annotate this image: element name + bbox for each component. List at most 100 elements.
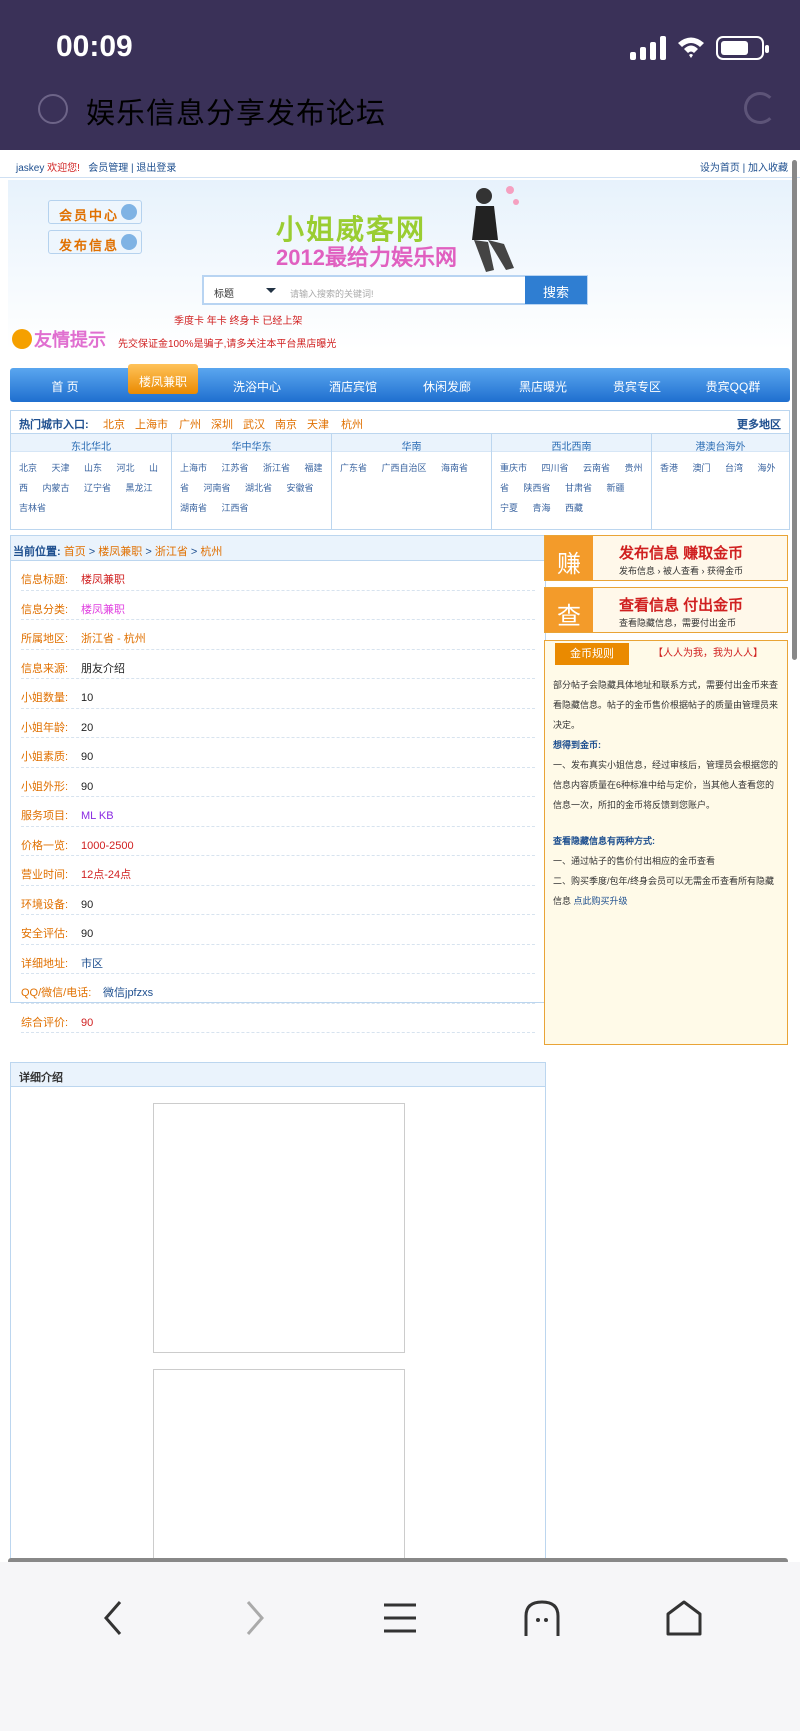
info-value: 10: [81, 692, 94, 704]
smiley-icon: [12, 329, 32, 349]
coin-rules-panel: 金币规则 【人人为我，我为人人】 部分帖子会隐藏具体地址和联系方式，需要付出金币…: [544, 640, 788, 1045]
info-value: 90: [81, 898, 94, 911]
info-key: 环境设备:: [21, 898, 69, 911]
more-regions-link[interactable]: 更多地区: [737, 416, 781, 432]
top-bar: jaskey 欢迎您! 会员管理 | 退出登录 设为首页 | 加入收藏: [0, 150, 800, 178]
nav-loufeng[interactable]: 楼凤兼职: [128, 364, 198, 394]
nav-home[interactable]: 首 页: [20, 378, 110, 395]
post-info-button[interactable]: 发布信息: [48, 230, 142, 254]
city-link[interactable]: 上海市: [135, 416, 168, 432]
city-link[interactable]: 武汉: [243, 416, 265, 432]
region-central: 华中华东 上海市 江苏省 浙江省 福建省 河南省 湖北省 安徽省 湖南省 江西省: [171, 433, 331, 529]
info-table: 信息标题: 楼凤兼职 信息分类: 楼凤兼职 所属地区: 浙江省 - 杭州 信息来源: 朋友介绍…: [10, 561, 546, 1033]
set-home-link[interactable]: 设为首页: [700, 163, 740, 174]
nav-salon[interactable]: 休闲发廊: [402, 378, 492, 395]
rules-tagline: 【人人为我，我为人人】: [653, 648, 763, 659]
info-row: 综合评价: 90: [21, 1004, 535, 1033]
info-key: 营业时间:: [21, 869, 69, 881]
notice-title: 友情提示: [12, 326, 106, 352]
info-row: 所属地区: 浙江省 - 杭州: [21, 620, 535, 650]
dropdown-arrow-icon[interactable]: [266, 288, 276, 298]
forward-icon[interactable]: [244, 1598, 268, 1638]
city-link[interactable]: 深圳: [211, 416, 233, 432]
search-button[interactable]: 搜索: [525, 276, 587, 304]
info-row: 服务项目: ML KB: [21, 797, 535, 827]
web-page: jaskey 欢迎您! 会员管理 | 退出登录 设为首页 | 加入收藏 会员中心…: [0, 150, 800, 1562]
earn-coins-banner[interactable]: 赚 发布信息 赚取金币 发布信息 › 被人查看 › 获得金币: [544, 535, 788, 581]
detail-title: 详细介绍: [11, 1063, 545, 1087]
info-key: 安全评估:: [21, 928, 69, 940]
search-box: 标题 请输入搜索的关键词! 搜索: [202, 275, 588, 305]
upgrade-link[interactable]: 点此购买升级: [574, 896, 628, 906]
rules-tab[interactable]: 金币规则: [555, 643, 629, 665]
nav-hotel[interactable]: 酒店宾馆: [308, 378, 398, 395]
home-icon[interactable]: [664, 1598, 704, 1638]
view-coins-banner[interactable]: 查 查看信息 付出金币 查看隐藏信息，需要付出金币: [544, 587, 788, 633]
info-value: ML KB: [81, 810, 114, 822]
info-value: 90: [81, 928, 94, 940]
info-row: 小姐年龄: 20: [21, 709, 535, 738]
info-key: 所属地区:: [21, 633, 69, 645]
logout-link[interactable]: 退出登录: [136, 163, 176, 174]
info-key: 信息分类:: [21, 603, 69, 616]
info-value: 楼凤兼职: [81, 574, 125, 586]
member-center-button[interactable]: 会员中心: [48, 200, 142, 224]
site-slogan: 2012最给力娱乐网: [276, 245, 457, 270]
browser-toolbar: [0, 1562, 800, 1731]
username[interactable]: jaskey: [16, 163, 44, 174]
city-link[interactable]: 杭州: [341, 416, 363, 432]
info-key: 小姐外形:: [21, 780, 69, 793]
battery-icon: [716, 36, 769, 60]
city-link[interactable]: 南京: [275, 416, 297, 432]
search-input[interactable]: 请输入搜索的关键词!: [290, 287, 374, 300]
city-link[interactable]: 广州: [179, 416, 201, 432]
membership-cards-text[interactable]: 季度卡 年卡 终身卡 已经上架: [174, 312, 302, 327]
info-row: 信息标题: 楼凤兼职: [21, 561, 535, 591]
nav-vip[interactable]: 贵宾专区: [592, 378, 682, 395]
info-key: 价格一览:: [21, 839, 69, 852]
add-favorite-link[interactable]: 加入收藏: [748, 163, 788, 174]
browser-page-title: 娱乐信息分享发布论坛: [86, 96, 387, 130]
city-link[interactable]: 北京: [103, 416, 125, 432]
reload-icon[interactable]: [744, 92, 776, 124]
member-manage-link[interactable]: 会员管理: [88, 163, 128, 174]
info-row: 信息来源: 朋友介绍: [21, 650, 535, 679]
info-key: QQ/微信/电话:: [21, 987, 92, 999]
info-row: 详细地址: 市区: [21, 945, 535, 974]
info-row: 营业时间: 12点-24点: [21, 856, 535, 886]
status-bar: 00:09: [0, 0, 800, 95]
info-value: 90: [81, 751, 94, 763]
info-key: 详细地址:: [21, 957, 69, 970]
info-key: 小姐年龄:: [21, 721, 69, 734]
region-south: 华南 广东省 广西自治区 海南省: [331, 433, 491, 529]
info-value: 朋友介绍: [81, 662, 125, 675]
detail-image: [153, 1103, 405, 1353]
nav-vip-qq[interactable]: 贵宾QQ群: [688, 378, 778, 395]
info-row: 信息分类: 楼凤兼职: [21, 591, 535, 620]
info-value: 微信jpfzxs: [103, 987, 154, 999]
hot-cities: 热门城市入口: 北京 上海市 广州 深圳 武汉 南京 天津 杭州 更多地区: [11, 411, 789, 433]
tabs-icon[interactable]: [522, 1598, 562, 1638]
info-key: 小姐素质:: [21, 751, 69, 763]
logo-figure-image: [472, 186, 519, 272]
back-icon[interactable]: [100, 1598, 124, 1638]
info-row: 环境设备: 90: [21, 886, 535, 915]
vertical-scrollbar[interactable]: [792, 160, 797, 660]
info-value: 20: [81, 721, 94, 734]
welcome-text: 欢迎您!: [47, 163, 80, 174]
menu-icon[interactable]: [382, 1602, 418, 1634]
search-type-select[interactable]: 标题: [214, 285, 234, 300]
notice-text: 先交保证金100%是骗子,请多关注本平台黑店曝光: [118, 339, 337, 350]
info-row: 价格一览: 1000-2500: [21, 827, 535, 856]
city-link[interactable]: 天津: [307, 416, 329, 432]
nav-exposure[interactable]: 黑店曝光: [498, 378, 588, 395]
nav-bath[interactable]: 洗浴中心: [212, 378, 302, 395]
region-northeast: 东北华北 北京 天津 山东 河北 山西 内蒙古 辽宁省 黑龙江 吉林省: [11, 433, 171, 529]
info-key: 信息标题:: [21, 574, 69, 586]
city-directory: 热门城市入口: 北京 上海市 广州 深圳 武汉 南京 天津 杭州 更多地区 东北…: [10, 410, 790, 530]
info-value: 12点-24点: [81, 869, 132, 881]
main-nav: 首 页 楼凤兼职 洗浴中心 酒店宾馆 休闲发廊 黑店曝光 贵宾专区 贵宾QQ群: [10, 364, 790, 402]
info-value: 楼凤兼职: [81, 603, 125, 616]
breadcrumb: 当前位置: 首页 > 楼凤兼职 > 浙江省 > 杭州: [10, 535, 546, 561]
region-overseas: 港澳台海外 香港 澳门 台湾 海外: [651, 433, 789, 529]
